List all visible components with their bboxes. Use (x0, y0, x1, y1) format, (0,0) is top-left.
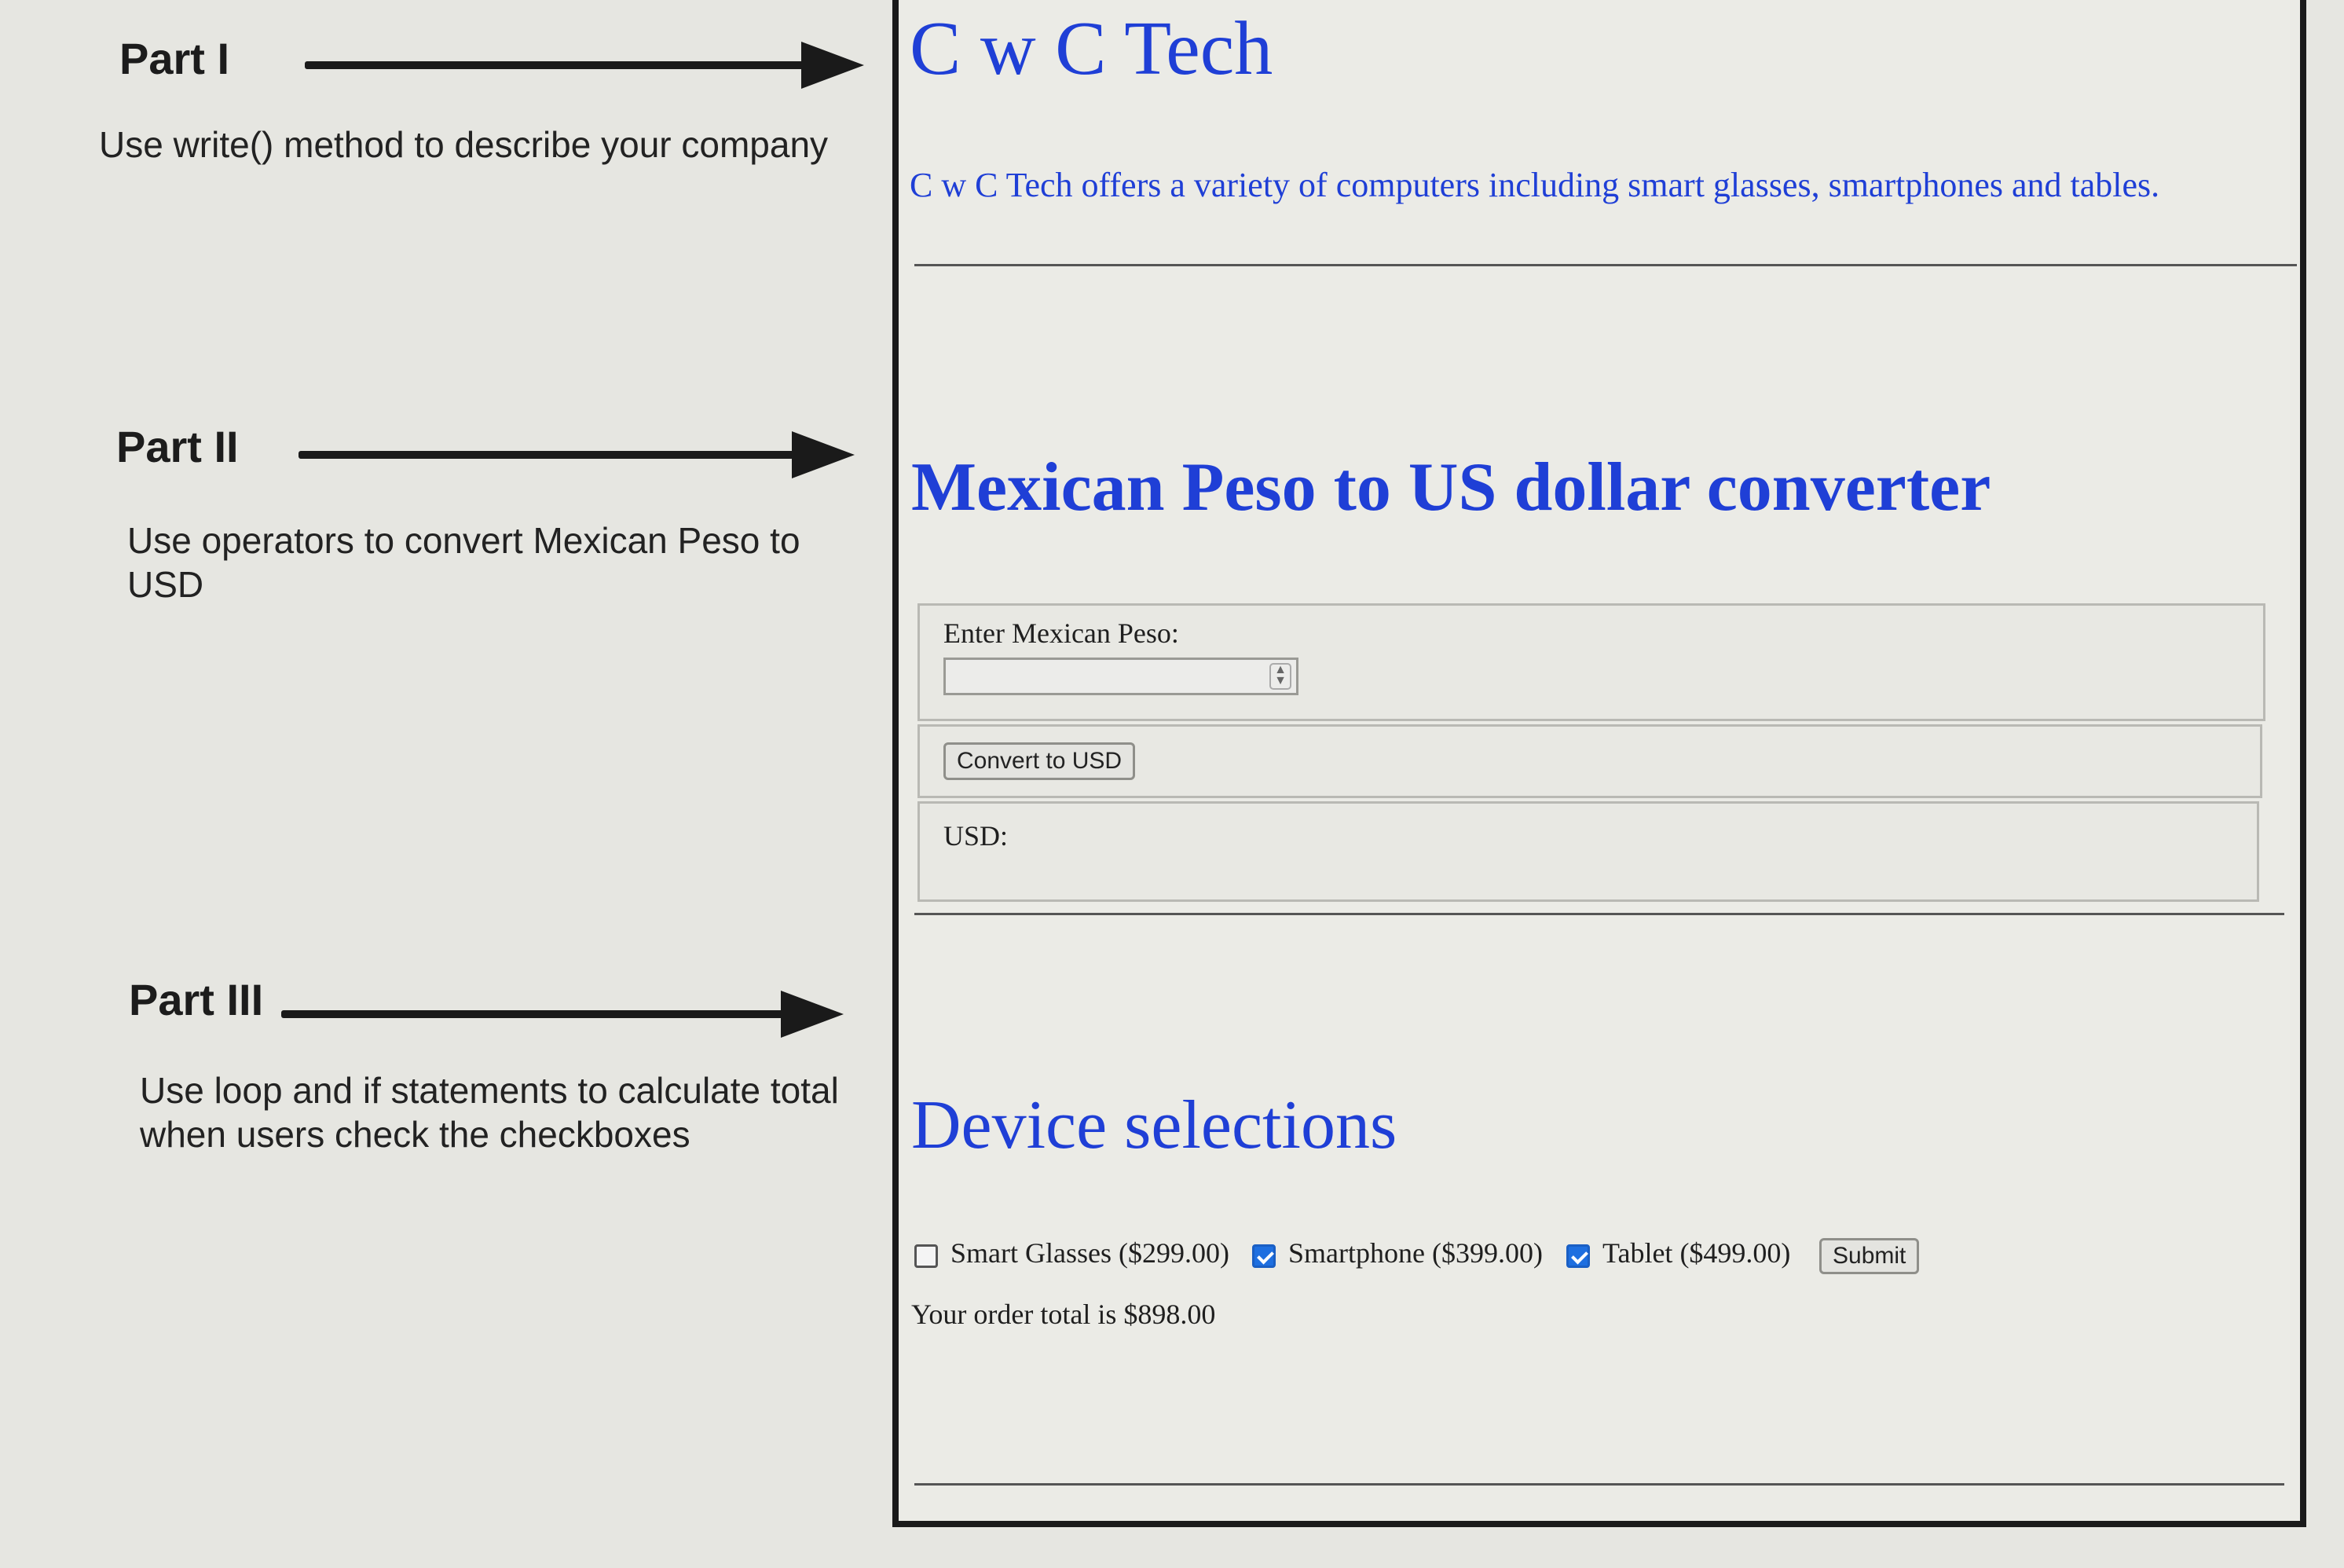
arrow-icon (305, 35, 864, 97)
device-checkbox-row: Smart Glasses ($299.00) Smartphone ($399… (914, 1233, 2014, 1280)
annotation-title: Part II (116, 422, 239, 471)
annotation-title: Part I (119, 34, 230, 83)
annotation-title: Part III (129, 975, 264, 1024)
peso-input-label: Enter Mexican Peso: (943, 617, 1179, 649)
annotation-description: Use loop and if statements to calculate … (140, 1070, 839, 1155)
usd-result-fieldset: USD: (917, 801, 2259, 902)
arrow-icon (298, 424, 858, 487)
webpage-panel: C w C Tech C w C Tech offers a variety o… (892, 0, 2306, 1527)
peso-input-fieldset: Enter Mexican Peso: ▲ ▼ (917, 603, 2265, 721)
convert-fieldset: Convert to USD (917, 724, 2262, 798)
annotation-description: Use operators to convert Mexican Peso to… (127, 520, 800, 605)
convert-to-usd-button[interactable]: Convert to USD (943, 742, 1136, 780)
smartphone-label: Smartphone ($399.00) (1288, 1237, 1543, 1269)
devices-heading: Device selections (911, 1087, 1397, 1163)
smartphone-checkbox[interactable] (1252, 1244, 1276, 1268)
peso-number-input[interactable]: ▲ ▼ (943, 658, 1298, 695)
tablet-label: Tablet ($499.00) (1602, 1237, 1791, 1269)
page-title: C w C Tech (910, 6, 1273, 91)
smart-glasses-checkbox[interactable] (914, 1244, 938, 1268)
tablet-checkbox[interactable] (1566, 1244, 1590, 1268)
annotation-description: Use write() method to describe your comp… (99, 124, 829, 165)
arrow-icon (281, 984, 847, 1046)
stepper-icon[interactable]: ▲ ▼ (1269, 663, 1291, 690)
smart-glasses-label: Smart Glasses ($299.00) (950, 1237, 1229, 1269)
divider (914, 264, 2297, 266)
divider (914, 1483, 2284, 1486)
company-description: C w C Tech offers a variety of computers… (910, 166, 2160, 204)
order-total-text: Your order total is $898.00 (911, 1299, 1216, 1330)
submit-button[interactable]: Submit (1819, 1238, 1920, 1274)
usd-result-label: USD: (943, 820, 1009, 852)
divider (914, 913, 2284, 915)
converter-heading: Mexican Peso to US dollar converter (911, 449, 1991, 526)
